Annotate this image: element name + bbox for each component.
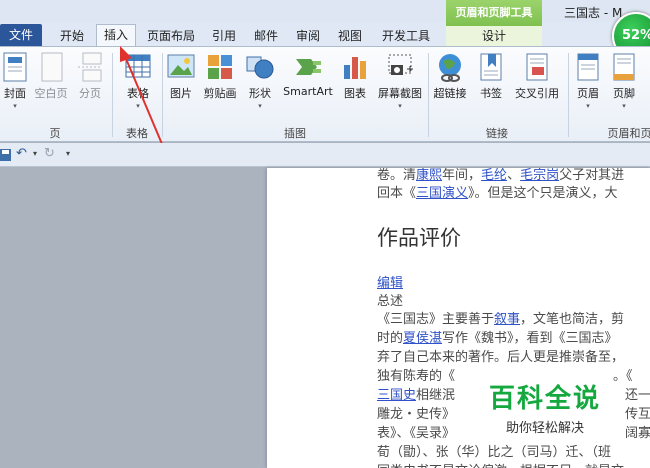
chart-label: 图表 bbox=[344, 87, 366, 100]
watermark-logo: 百科全说 助你轻松解决 bbox=[480, 378, 610, 438]
header-icon bbox=[577, 53, 599, 81]
text-line: 时的夏侯湛写作《魏书》，看到《三国志》 bbox=[377, 331, 618, 346]
cover-page-button[interactable]: 封面 ▾ bbox=[0, 51, 30, 110]
tab-view[interactable]: 视图 bbox=[332, 26, 368, 46]
customize-toolbar-icon[interactable]: ▾ bbox=[66, 149, 70, 158]
text-line: 《三国志》主要善于叙事，文笔也简洁，剪 bbox=[377, 312, 625, 327]
blank-page-icon bbox=[41, 52, 63, 82]
document-title: 三国志 - M bbox=[564, 6, 623, 20]
watermark-subtitle: 助你轻松解决 bbox=[505, 421, 584, 436]
cross-reference-label: 交叉引用 bbox=[515, 87, 559, 100]
picture-icon bbox=[167, 54, 195, 78]
shapes-button[interactable]: 形状 ▾ bbox=[244, 51, 276, 110]
chevron-down-icon: ▾ bbox=[586, 102, 590, 110]
redo-icon[interactable]: ↻ bbox=[44, 146, 55, 161]
watermark-title: 百科全说 bbox=[488, 384, 601, 414]
smartart-label: SmartArt bbox=[283, 85, 333, 98]
tab-insert[interactable]: 插入 bbox=[96, 24, 136, 46]
group-divider bbox=[428, 53, 429, 137]
ribbon: 封面 ▾ 空白页 分页 页 表格 ▾ 表格 图片 剪贴画 形状 ▾ SmartA… bbox=[0, 46, 650, 142]
chart-button[interactable]: 图表 bbox=[338, 51, 372, 101]
text-line: 同类史书不是文论偏激，根据不足，就是文 bbox=[377, 460, 624, 468]
cover-page-icon bbox=[3, 52, 27, 82]
smartart-icon bbox=[296, 59, 321, 75]
bookmark-icon bbox=[480, 53, 502, 81]
header-footer-group-label: 页眉和页脚 bbox=[607, 127, 650, 140]
undo-icon[interactable]: ↶ bbox=[16, 146, 27, 161]
bookmark-label: 书签 bbox=[480, 87, 502, 100]
section-heading: 作品评价 bbox=[377, 226, 461, 250]
summary-label: 总述 bbox=[377, 294, 404, 309]
bookmark-button[interactable]: 书签 bbox=[474, 51, 508, 101]
tool-group-label: 页眉和页脚工具 bbox=[455, 6, 533, 19]
tab-developer[interactable]: 开发工具 bbox=[374, 26, 438, 46]
header-label: 页眉 bbox=[577, 87, 599, 100]
cover-page-label: 封面 bbox=[4, 87, 26, 100]
tab-review[interactable]: 审阅 bbox=[290, 26, 326, 46]
tab-design[interactable]: 设计 bbox=[446, 26, 542, 46]
link-kangxi[interactable]: 康熙 bbox=[416, 168, 442, 183]
text-line: 三国史相继泯 还一 bbox=[377, 388, 650, 403]
screenshot-label: 屏幕截图 bbox=[378, 87, 422, 100]
text-line: 独有陈寿的《 。《 bbox=[377, 369, 633, 384]
hyperlink-label: 超链接 bbox=[433, 87, 467, 100]
globe-link-icon bbox=[439, 54, 461, 82]
text-line: 雕龙・史传》 传互 bbox=[377, 407, 650, 422]
cross-reference-button[interactable]: 交叉引用 bbox=[510, 51, 564, 101]
shapes-icon bbox=[246, 56, 274, 79]
quick-access-toolbar: ↶ ▾ ↻ ▾ bbox=[0, 143, 650, 167]
undo-dropdown-icon[interactable]: ▾ bbox=[33, 149, 37, 158]
save-icon[interactable] bbox=[0, 148, 12, 162]
pages-group-label: 页 bbox=[49, 127, 61, 140]
screenshot-button[interactable]: 屏幕截图 ▾ bbox=[374, 51, 426, 110]
screenshot-icon bbox=[388, 54, 413, 75]
text-line: 荀（勖）、张（华）比之（司马）迁、（班 bbox=[377, 445, 612, 460]
text-line: 回本《三国演义》。但是这个只是演义，大 bbox=[377, 186, 618, 201]
chevron-down-icon: ▾ bbox=[622, 102, 626, 110]
illustrations-group-label: 插图 bbox=[284, 127, 306, 140]
title-bar bbox=[0, 0, 650, 22]
hyperlink-button[interactable]: 超链接 bbox=[430, 51, 470, 101]
tab-page-layout[interactable]: 页面布局 bbox=[142, 26, 200, 46]
footer-label: 页脚 bbox=[613, 87, 635, 100]
link-sanguoyanyi[interactable]: 三国演义 bbox=[416, 186, 468, 201]
chevron-down-icon: ▾ bbox=[13, 102, 17, 110]
edit-link[interactable]: 编辑 bbox=[377, 272, 403, 291]
link-maozonggang[interactable]: 毛宗岗 bbox=[520, 168, 559, 183]
link-sanguoshi[interactable]: 三国史 bbox=[377, 388, 416, 403]
tab-file[interactable]: 文件 bbox=[0, 24, 42, 46]
header-button[interactable]: 页眉 ▾ bbox=[572, 51, 604, 110]
footer-button[interactable]: 页脚 ▾ bbox=[608, 51, 640, 110]
link-maolun[interactable]: 毛纶 bbox=[481, 168, 507, 183]
link-narrative[interactable]: 叙事 bbox=[494, 312, 520, 327]
annotation-arrow bbox=[120, 46, 163, 145]
smartart-button[interactable]: SmartArt bbox=[280, 51, 336, 98]
text-line: 表》、《吴录》 阔寡 bbox=[377, 426, 650, 441]
chevron-down-icon: ▾ bbox=[398, 102, 402, 110]
tab-mailings[interactable]: 邮件 bbox=[248, 26, 284, 46]
tab-references[interactable]: 引用 bbox=[206, 26, 242, 46]
blank-page-button[interactable]: 空白页 bbox=[32, 51, 70, 101]
shapes-label: 形状 bbox=[249, 87, 271, 100]
page-break-label: 分页 bbox=[79, 87, 101, 100]
cross-reference-icon bbox=[526, 53, 548, 81]
footer-icon bbox=[613, 53, 635, 81]
clipart-label: 剪贴画 bbox=[203, 87, 237, 100]
page-break-button[interactable]: 分页 bbox=[72, 51, 108, 101]
text-line: 卷。清康熙年间，毛纶、毛宗岗父子对其进 bbox=[377, 168, 625, 183]
clipart-icon bbox=[208, 55, 232, 79]
text-line: 弃了自己本来的著作。后人更是推崇备至， bbox=[377, 350, 625, 365]
tab-home[interactable]: 开始 bbox=[52, 26, 92, 46]
blank-page-label: 空白页 bbox=[34, 87, 68, 100]
clipart-button[interactable]: 剪贴画 bbox=[200, 51, 240, 101]
chevron-down-icon: ▾ bbox=[258, 102, 262, 110]
links-group-label: 链接 bbox=[486, 127, 508, 140]
page-break-icon bbox=[78, 52, 102, 82]
chart-icon bbox=[344, 57, 366, 79]
group-divider bbox=[568, 53, 569, 137]
link-xiahouzhan[interactable]: 夏侯湛 bbox=[403, 331, 442, 346]
